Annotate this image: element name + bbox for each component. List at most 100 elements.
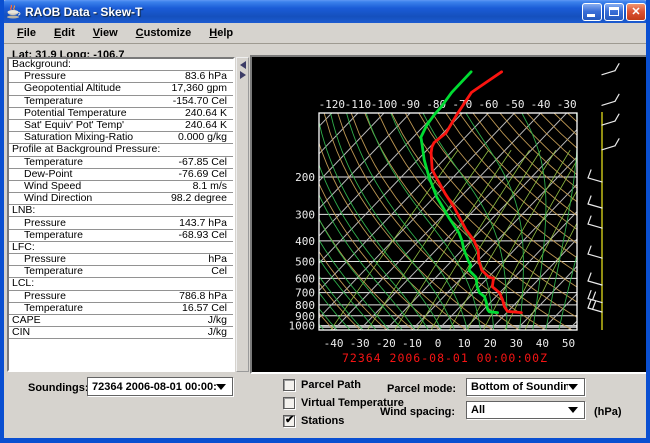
- svg-text:-40: -40: [531, 98, 551, 111]
- row-value: 16.57 Cel: [182, 303, 233, 314]
- row-value: J/kg: [208, 327, 233, 338]
- row-label: Profile at Background Pressure:: [9, 144, 227, 155]
- row-label: Pressure: [9, 71, 185, 82]
- table-row: Profile at Background Pressure:: [9, 144, 233, 156]
- row-label: Geopotential Altitude: [9, 83, 172, 94]
- wind-spacing-label: Wind spacing:: [380, 406, 455, 418]
- row-value: 240.64 K: [185, 108, 233, 119]
- row-value: hPa: [208, 254, 233, 265]
- svg-text:0: 0: [435, 337, 442, 350]
- close-icon: ✕: [627, 5, 645, 19]
- table-row: Temperature16.57 Cel: [9, 303, 233, 315]
- svg-text:-50: -50: [505, 98, 525, 111]
- table-row: Wind Direction98.2 degree: [9, 193, 233, 205]
- row-value: 17,360 gpm: [172, 83, 233, 94]
- chevron-down-icon: [216, 384, 226, 390]
- row-label: LCL:: [9, 278, 227, 289]
- skewt-chart[interactable]: -120-110-100-90-80-70-60-50-40-30-40-30-…: [252, 57, 649, 372]
- wind-spacing-value: All: [471, 404, 485, 416]
- soundings-combobox[interactable]: 72364 2006-08-01 00:00:00Z: [87, 377, 233, 396]
- svg-text:-30: -30: [557, 98, 577, 111]
- menu-item-edit[interactable]: Edit: [45, 24, 84, 42]
- svg-text:-90: -90: [400, 98, 420, 111]
- app-window: RAOB Data - Skew-T ✕ FileEditViewCustomi…: [0, 0, 650, 443]
- row-value: J/kg: [208, 315, 233, 326]
- row-label: LFC:: [9, 242, 227, 253]
- svg-text:-120: -120: [319, 98, 346, 111]
- table-row: Pressure786.8 hPa: [9, 291, 233, 303]
- svg-text:20: 20: [484, 337, 497, 350]
- table-row: Temperature-67.85 Cel: [9, 157, 233, 169]
- row-value: -67.85 Cel: [179, 157, 233, 168]
- row-label: Pressure: [9, 291, 179, 302]
- svg-text:-30: -30: [350, 337, 370, 350]
- row-value: 0.000 g/kg: [178, 132, 233, 143]
- parcel-mode-combobox[interactable]: Bottom of Sounding: [466, 378, 585, 396]
- split-pane-divider[interactable]: [236, 57, 249, 372]
- row-value: Cel: [211, 266, 233, 277]
- row-label: Pressure: [9, 218, 179, 229]
- table-row: Geopotential Altitude17,360 gpm: [9, 83, 233, 95]
- svg-text:200: 200: [295, 171, 315, 184]
- parcel-mode-value: Bottom of Sounding: [471, 381, 568, 393]
- row-value: 8.1 m/s: [193, 181, 233, 192]
- close-button[interactable]: ✕: [626, 3, 646, 21]
- svg-text:-110: -110: [345, 98, 372, 111]
- svg-text:-20: -20: [376, 337, 396, 350]
- svg-text:300: 300: [295, 208, 315, 221]
- soundings-value: 72364 2006-08-01 00:00:00Z: [92, 381, 216, 393]
- minimize-icon: [587, 14, 595, 17]
- row-value: 83.6 hPa: [185, 71, 233, 82]
- checkbox-stations[interactable]: Stations: [283, 415, 344, 427]
- window-title: RAOB Data - Skew-T: [25, 5, 582, 19]
- row-label: Dew-Point: [9, 169, 179, 180]
- checkbox-label: Parcel Path: [301, 379, 361, 391]
- minimize-button[interactable]: [582, 3, 602, 21]
- row-label: Saturation Mixing-Ratio: [9, 132, 178, 143]
- collapse-left-icon[interactable]: [240, 61, 246, 69]
- maximize-icon: [609, 7, 619, 16]
- svg-text:-10: -10: [402, 337, 422, 350]
- svg-text:-60: -60: [478, 98, 498, 111]
- svg-text:50: 50: [562, 337, 575, 350]
- checkbox-unchecked-icon[interactable]: [283, 397, 295, 409]
- checkbox-checked-icon[interactable]: [283, 415, 295, 427]
- menu-item-customize[interactable]: Customize: [127, 24, 201, 42]
- row-value: 786.8 hPa: [179, 291, 233, 302]
- svg-text:72364 2006-08-01 00:00:00Z: 72364 2006-08-01 00:00:00Z: [342, 351, 548, 365]
- table-row: LNB:: [9, 205, 233, 217]
- row-label: LNB:: [9, 205, 227, 216]
- row-label: Potential Temperature: [9, 108, 185, 119]
- table-row: Temperature-154.70 Cel: [9, 96, 233, 108]
- app-icon: [5, 4, 21, 20]
- svg-text:500: 500: [295, 256, 315, 269]
- soundings-label: Soundings:: [28, 382, 89, 394]
- svg-text:30: 30: [510, 337, 523, 350]
- row-label: Temperature: [9, 230, 179, 241]
- parcel-mode-label: Parcel mode:: [387, 383, 456, 395]
- title-bar[interactable]: RAOB Data - Skew-T ✕: [0, 0, 650, 23]
- chevron-down-icon: [568, 407, 578, 413]
- svg-text:10: 10: [457, 337, 470, 350]
- menu-item-file[interactable]: File: [8, 24, 45, 42]
- svg-text:600: 600: [295, 272, 315, 285]
- row-label: CAPE: [9, 315, 208, 326]
- svg-text:400: 400: [295, 235, 315, 248]
- menu-item-help[interactable]: Help: [200, 24, 242, 42]
- checkbox-parcel-path[interactable]: Parcel Path: [283, 379, 361, 391]
- menu-item-view[interactable]: View: [84, 24, 127, 42]
- chevron-down-icon: [568, 384, 578, 390]
- row-label: Wind Direction: [9, 193, 171, 204]
- table-row: CINJ/kg: [9, 327, 233, 339]
- row-value: 240.64 K: [185, 120, 233, 131]
- skewt-chart-panel[interactable]: -120-110-100-90-80-70-60-50-40-30-40-30-…: [250, 55, 650, 374]
- checkbox-unchecked-icon[interactable]: [283, 379, 295, 391]
- row-label: Pressure: [9, 254, 208, 265]
- table-row: Pressure143.7 hPa: [9, 217, 233, 229]
- maximize-button[interactable]: [604, 3, 624, 21]
- wind-spacing-combobox[interactable]: All: [466, 401, 585, 419]
- menu-bar: FileEditViewCustomizeHelp: [4, 23, 646, 44]
- row-value: 143.7 hPa: [179, 218, 233, 229]
- checkbox-label: Stations: [301, 415, 344, 427]
- collapse-right-icon[interactable]: [240, 71, 246, 79]
